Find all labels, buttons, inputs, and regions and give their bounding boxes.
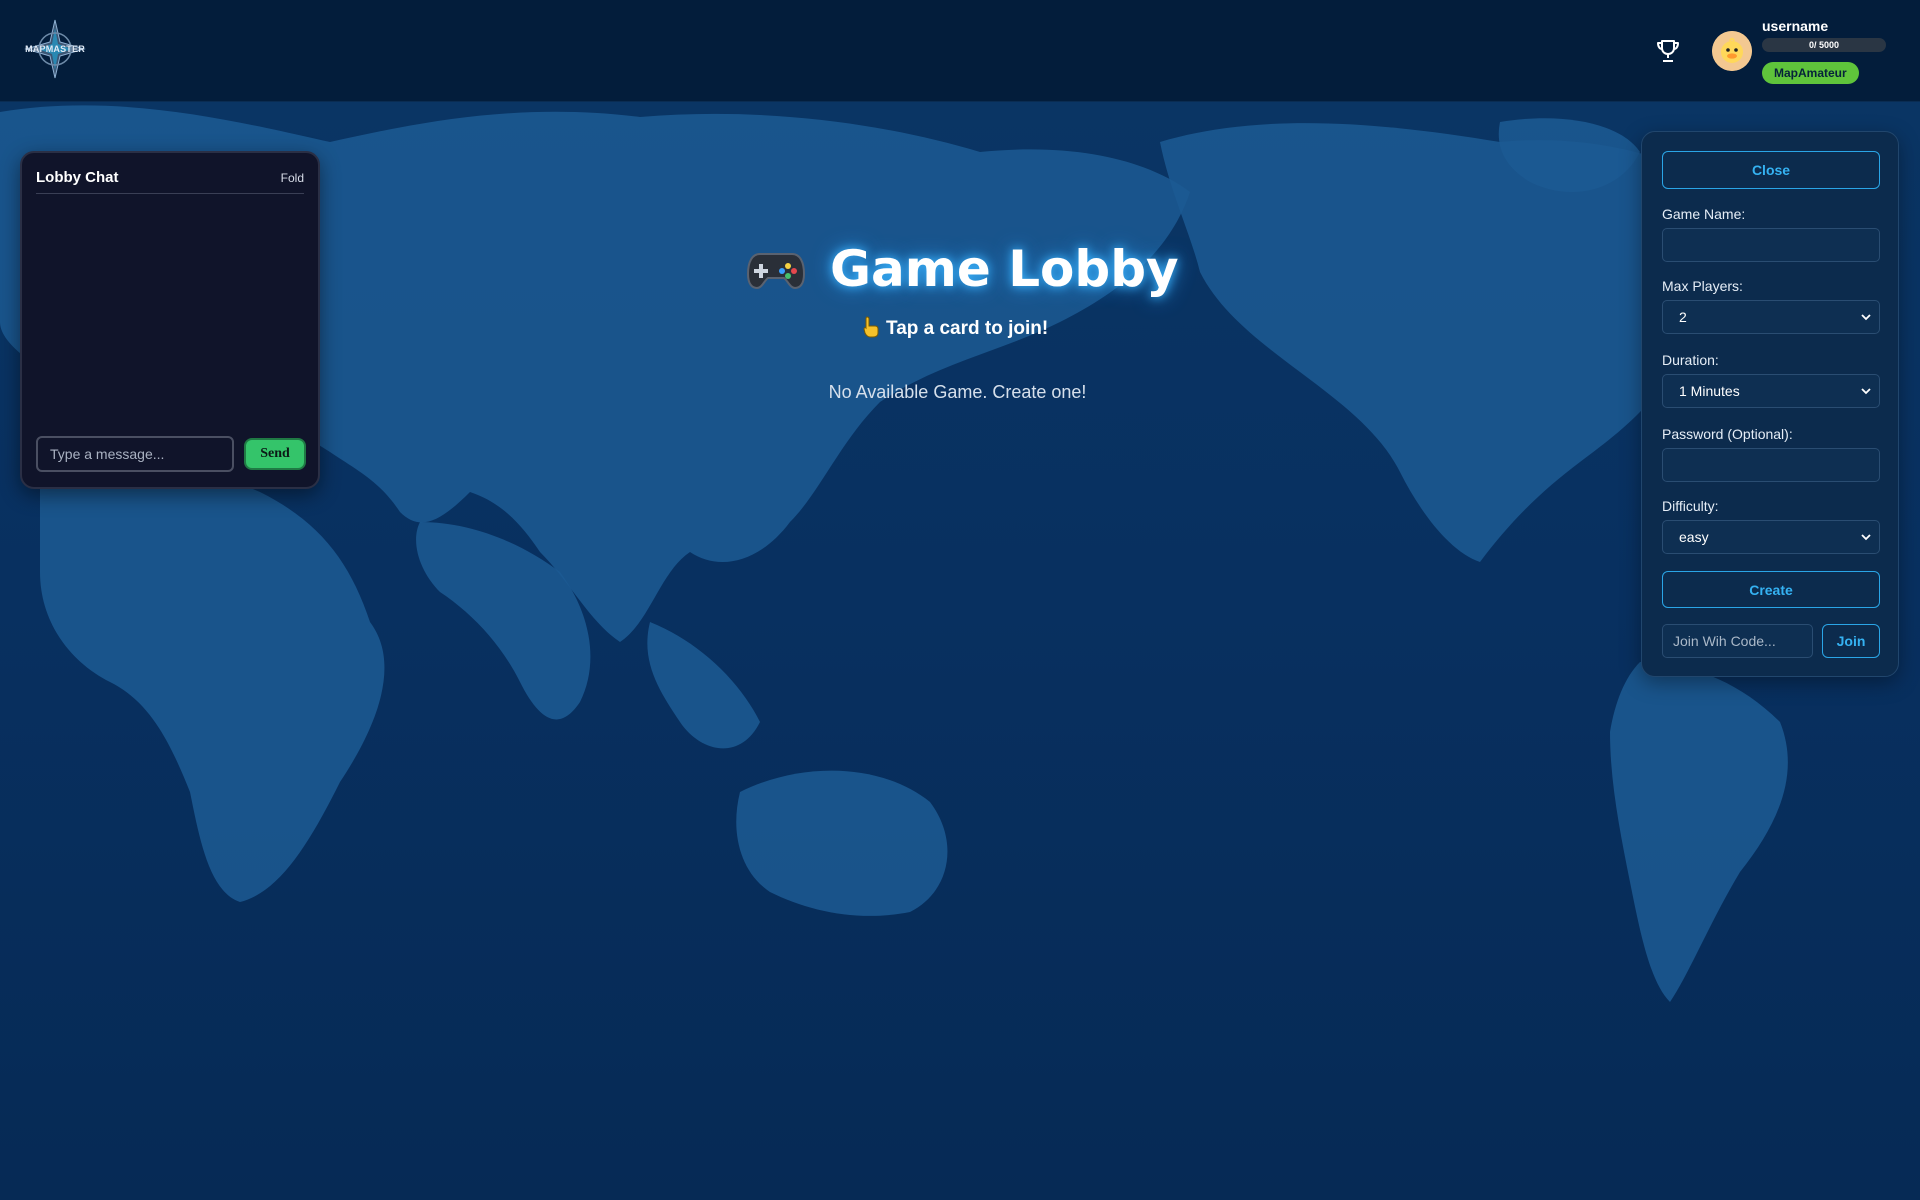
difficulty-select[interactable]: easy bbox=[1662, 520, 1880, 554]
lobby-chat-panel: Lobby Chat Fold Send bbox=[20, 151, 320, 489]
duration-value: 1 Minutes bbox=[1679, 383, 1740, 399]
chat-title: Lobby Chat bbox=[36, 169, 119, 186]
game-controller-icon bbox=[746, 253, 806, 290]
join-code-input[interactable] bbox=[1662, 624, 1813, 658]
create-game-panel: Close Game Name: Max Players: 2 Duration… bbox=[1641, 131, 1899, 677]
chevron-down-icon bbox=[1861, 534, 1871, 541]
username: username bbox=[1762, 18, 1829, 34]
chat-message-input[interactable] bbox=[36, 436, 234, 472]
create-game-button[interactable]: Create bbox=[1662, 571, 1880, 608]
password-label: Password (Optional): bbox=[1662, 426, 1793, 442]
xp-progress-text: 0/ 5000 bbox=[1808, 40, 1840, 50]
duck-avatar-icon[interactable] bbox=[1712, 31, 1752, 71]
max-players-label: Max Players: bbox=[1662, 278, 1743, 294]
game-name-label: Game Name: bbox=[1662, 206, 1746, 222]
difficulty-label: Difficulty: bbox=[1662, 498, 1719, 514]
lobby-subtitle-text: Tap a card to join! bbox=[886, 318, 1049, 339]
rank-badge: MapAmateur bbox=[1762, 62, 1859, 84]
pointing-hand-icon bbox=[863, 316, 879, 338]
xp-progress-bar: 0/ 5000 bbox=[1762, 38, 1886, 52]
join-button[interactable]: Join bbox=[1822, 624, 1880, 658]
page-title: Game Lobby bbox=[746, 240, 1179, 310]
compass-logo-icon[interactable]: MAPMASTER bbox=[22, 18, 88, 80]
lobby-subtitle: Tap a card to join! bbox=[862, 316, 1048, 342]
duration-label: Duration: bbox=[1662, 352, 1719, 368]
page-title-text: Game Lobby bbox=[830, 240, 1179, 298]
chevron-down-icon bbox=[1861, 388, 1871, 395]
empty-games-message: No Available Game. Create one! bbox=[828, 382, 1087, 402]
max-players-value: 2 bbox=[1679, 309, 1687, 325]
chat-fold-button[interactable]: Fold bbox=[281, 171, 304, 185]
chevron-down-icon bbox=[1861, 314, 1871, 321]
close-button[interactable]: Close bbox=[1662, 151, 1880, 189]
chat-divider bbox=[36, 193, 304, 194]
trophy-icon[interactable] bbox=[1655, 38, 1681, 64]
duration-select[interactable]: 1 Minutes bbox=[1662, 374, 1880, 408]
logo-text: MAPMASTER bbox=[25, 44, 85, 54]
max-players-select[interactable]: 2 bbox=[1662, 300, 1880, 334]
password-input[interactable] bbox=[1662, 448, 1880, 482]
game-name-input[interactable] bbox=[1662, 228, 1880, 262]
difficulty-value: easy bbox=[1679, 529, 1709, 545]
top-header: MAPMASTER username 0/ 5000 MapAmateur bbox=[0, 0, 1920, 102]
chat-send-button[interactable]: Send bbox=[244, 438, 306, 470]
